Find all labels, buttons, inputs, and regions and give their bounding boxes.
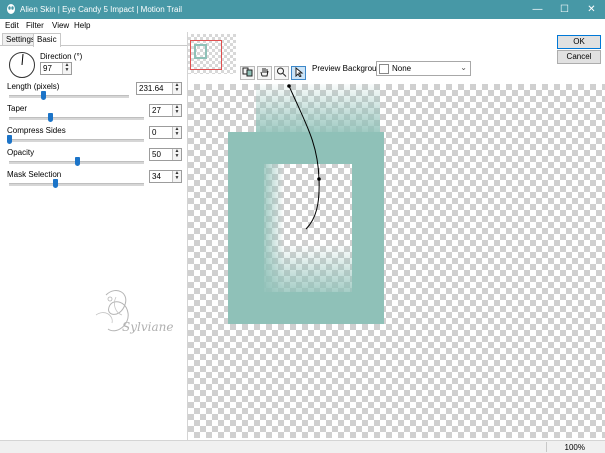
mask-selection-field[interactable]: 34 ▲ ▼ bbox=[149, 170, 182, 183]
length-slider-track[interactable] bbox=[9, 95, 129, 98]
opacity-slider-thumb[interactable] bbox=[74, 157, 80, 166]
arrow-pointer-icon bbox=[295, 66, 304, 78]
navigator-thumbnail[interactable] bbox=[188, 34, 236, 74]
maximize-button[interactable]: ☐ bbox=[551, 0, 578, 19]
mask-selection-spin-arrows[interactable]: ▲ ▼ bbox=[172, 171, 181, 182]
preview-background-value: None bbox=[392, 64, 412, 73]
length-label: Length (pixels) bbox=[7, 82, 60, 91]
menu-view[interactable]: View bbox=[52, 21, 69, 30]
spin-down-icon[interactable]: ▼ bbox=[173, 176, 181, 181]
direction-needle-icon bbox=[21, 53, 24, 66]
background-swatch bbox=[379, 64, 389, 74]
mask-selection-label: Mask Selection bbox=[7, 170, 62, 179]
mask-selection-slider-track[interactable] bbox=[9, 183, 144, 186]
magnifier-icon bbox=[277, 67, 287, 77]
compress-sides-slider-thumb[interactable] bbox=[7, 135, 12, 144]
chevron-down-icon: ⌄ bbox=[460, 63, 467, 72]
curve-start-handle bbox=[287, 84, 291, 88]
spin-down-icon[interactable]: ▼ bbox=[173, 154, 181, 159]
compress-sides-spin-arrows[interactable]: ▲ ▼ bbox=[172, 127, 181, 138]
alien-skin-app-icon bbox=[7, 4, 15, 14]
length-spin-arrows[interactable]: ▲ ▼ bbox=[172, 83, 181, 94]
compress-sides-field[interactable]: 0 ▲ ▼ bbox=[149, 126, 182, 139]
taper-spin-arrows[interactable]: ▲ ▼ bbox=[172, 105, 181, 116]
hand-icon bbox=[260, 68, 269, 77]
spin-down-icon[interactable]: ▼ bbox=[63, 68, 71, 73]
title-bar: Alien Skin | Eye Candy 5 Impact | Motion… bbox=[0, 0, 605, 19]
tab-basic[interactable]: Basic bbox=[33, 33, 61, 47]
status-bar: 100% bbox=[0, 440, 605, 453]
preview-background-select[interactable]: None ⌄ bbox=[376, 61, 471, 76]
menu-filter[interactable]: Filter bbox=[26, 21, 44, 30]
direction-stepper[interactable]: 97 ▲ ▼ bbox=[40, 62, 72, 75]
watermark-signature: Sylviane bbox=[122, 320, 173, 334]
pan-tool-button[interactable] bbox=[257, 66, 272, 80]
opacity-label: Opacity bbox=[7, 148, 35, 157]
window-title: Alien Skin | Eye Candy 5 Impact | Motion… bbox=[20, 5, 183, 14]
ok-button[interactable]: OK bbox=[557, 35, 601, 49]
zoom-level: 100% bbox=[564, 443, 585, 452]
mask-selection-slider-thumb[interactable] bbox=[52, 179, 58, 188]
opacity-field[interactable]: 50 ▲ ▼ bbox=[149, 148, 182, 161]
menu-bar: Edit Filter View Help bbox=[0, 19, 605, 32]
motion-trail-preview bbox=[228, 84, 384, 324]
compress-sides-label: Compress Sides bbox=[7, 126, 66, 135]
taper-value: 27 bbox=[152, 106, 161, 115]
tab-divider bbox=[0, 45, 187, 46]
compress-sides-slider-track[interactable] bbox=[9, 139, 144, 142]
status-separator bbox=[546, 442, 547, 452]
compress-sides-value: 0 bbox=[152, 128, 157, 137]
frame-shape bbox=[228, 132, 384, 324]
cancel-button[interactable]: Cancel bbox=[557, 50, 601, 64]
taper-field[interactable]: 27 ▲ ▼ bbox=[149, 104, 182, 117]
direction-label: Direction (°) bbox=[40, 52, 83, 61]
direction-value: 97 bbox=[43, 64, 52, 73]
opacity-value: 50 bbox=[152, 150, 161, 159]
zoom-tool-button[interactable] bbox=[274, 66, 289, 80]
length-field[interactable]: 231.64 ▲ ▼ bbox=[136, 82, 182, 95]
close-button[interactable]: ✕ bbox=[578, 0, 605, 19]
spin-down-icon[interactable]: ▼ bbox=[173, 110, 181, 115]
sylviane-watermark: Sylviane bbox=[95, 290, 173, 334]
taper-slider-thumb[interactable] bbox=[47, 113, 53, 122]
length-slider-thumb[interactable] bbox=[40, 91, 46, 100]
preview-canvas[interactable] bbox=[188, 84, 605, 438]
mask-selection-value: 34 bbox=[152, 172, 161, 181]
menu-help[interactable]: Help bbox=[74, 21, 90, 30]
select-tool-button[interactable] bbox=[291, 66, 306, 80]
direction-spin-arrows[interactable]: ▲ ▼ bbox=[62, 63, 71, 74]
direction-dial[interactable] bbox=[9, 52, 35, 78]
taper-slider-track[interactable] bbox=[9, 117, 144, 120]
spin-down-icon[interactable]: ▼ bbox=[173, 132, 181, 137]
navigator-selection-box[interactable] bbox=[190, 40, 222, 70]
spin-down-icon[interactable]: ▼ bbox=[173, 88, 181, 93]
preview-zoom-icon bbox=[242, 67, 253, 77]
menu-edit[interactable]: Edit bbox=[5, 21, 19, 30]
preview-zoom-tool-button[interactable] bbox=[240, 66, 255, 80]
taper-label: Taper bbox=[7, 104, 28, 113]
length-value: 231.64 bbox=[139, 84, 164, 93]
minimize-button[interactable]: — bbox=[524, 0, 551, 19]
curve-mid-handle bbox=[317, 177, 321, 181]
opacity-spin-arrows[interactable]: ▲ ▼ bbox=[172, 149, 181, 160]
